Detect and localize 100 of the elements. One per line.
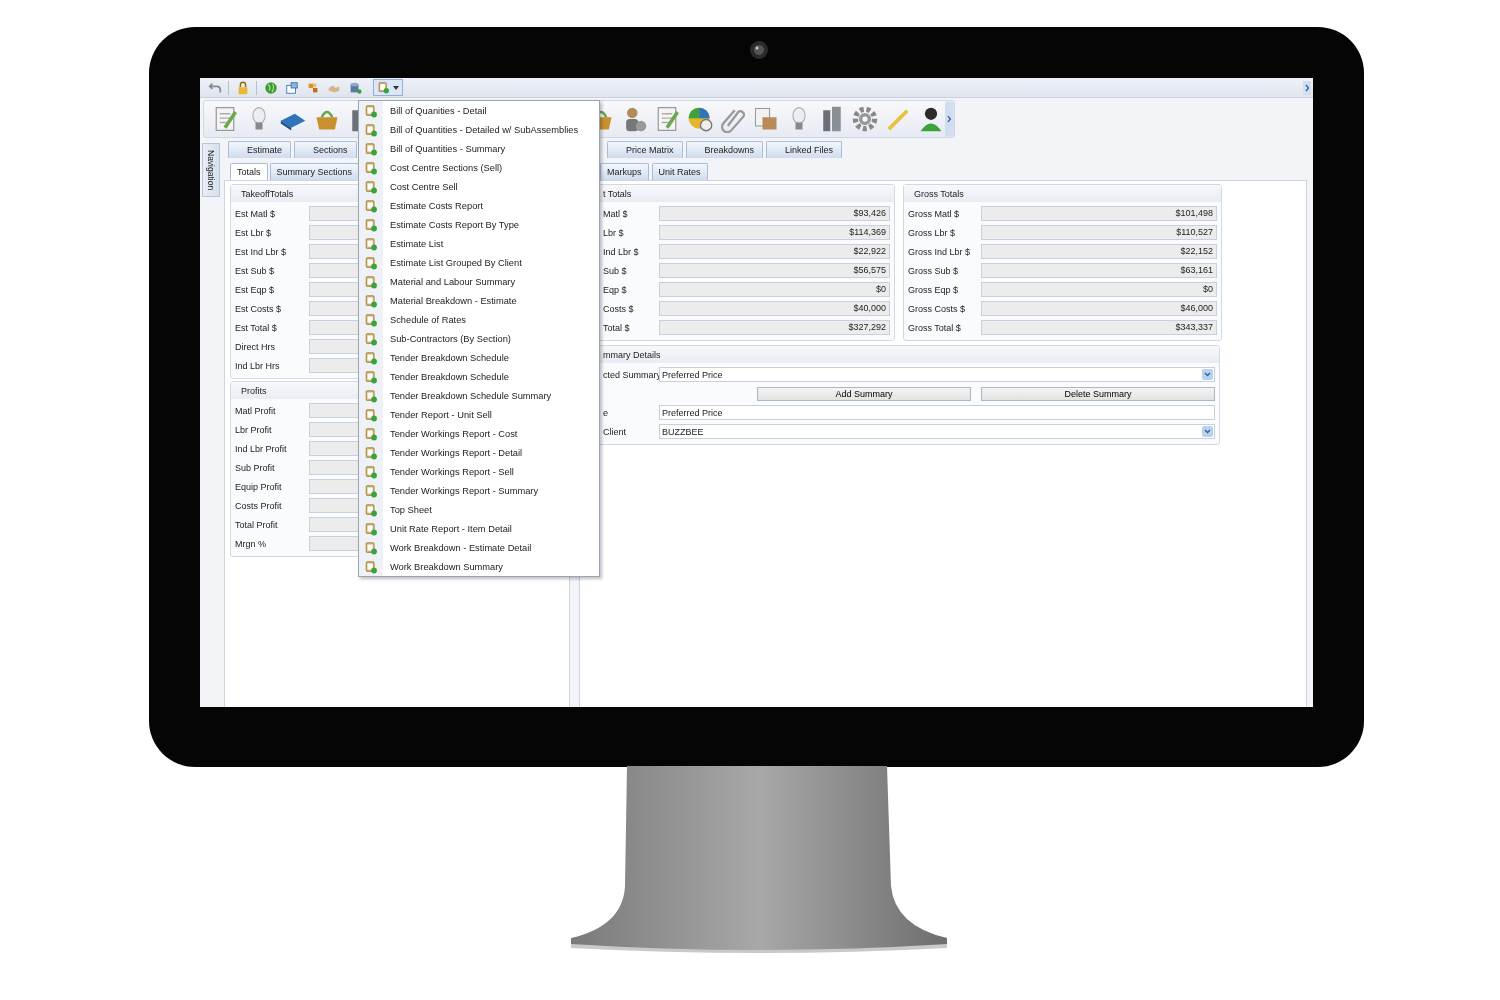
caret-icon bbox=[393, 85, 399, 90]
readonly-field: $343,337 bbox=[981, 320, 1217, 335]
readonly-field: $110,527 bbox=[981, 225, 1217, 240]
field-label: Equip Profit bbox=[235, 481, 283, 492]
globe-icon[interactable] bbox=[263, 80, 278, 95]
menu-item[interactable]: Tender Workings Report - Cost bbox=[359, 424, 599, 443]
field-label: e bbox=[603, 407, 609, 418]
menu-item[interactable]: Tender Breakdown Schedule bbox=[359, 348, 599, 367]
readonly-field: $114,369 bbox=[659, 225, 890, 240]
menu-item[interactable]: Bill of Quantities - Summary bbox=[359, 139, 599, 158]
menu-item[interactable]: Estimate List Grouped By Client bbox=[359, 253, 599, 272]
report-icon bbox=[364, 464, 378, 479]
group-title: Gross Totals bbox=[914, 188, 964, 199]
pie-chart-icon[interactable] bbox=[686, 105, 715, 133]
menu-item[interactable]: Schedule of Rates bbox=[359, 310, 599, 329]
menu-item[interactable]: Work Breakdown Summary bbox=[359, 557, 599, 576]
tab[interactable]: Estimate bbox=[228, 141, 291, 158]
menu-item[interactable]: Tender Workings Report - Sell bbox=[359, 462, 599, 481]
window-icon[interactable] bbox=[284, 80, 299, 95]
report-icon bbox=[364, 122, 378, 137]
field-label: Gross Eqp $ bbox=[908, 284, 960, 295]
readonly-field: $56,575 bbox=[659, 263, 890, 278]
report-icon bbox=[364, 179, 378, 194]
tab[interactable]: Summary Sections bbox=[269, 163, 360, 180]
menu-item[interactable]: Cost Centre Sell bbox=[359, 177, 599, 196]
report-icon bbox=[364, 388, 378, 403]
report-icon bbox=[364, 141, 378, 156]
field-label: Costs $ bbox=[603, 303, 635, 314]
tab[interactable]: Markups bbox=[600, 163, 649, 180]
summary-dropdown[interactable]: Preferred Price bbox=[659, 367, 1215, 382]
chevron-icon[interactable] bbox=[1303, 80, 1311, 95]
group-title: Profits bbox=[241, 385, 267, 396]
readonly-field: $46,000 bbox=[981, 301, 1217, 316]
menu-item[interactable]: Estimate List bbox=[359, 234, 599, 253]
menu-item[interactable]: Estimate Costs Report bbox=[359, 196, 599, 215]
readonly-field: $101,498 bbox=[981, 206, 1217, 221]
menu-item[interactable]: Tender Breakdown Schedule Summary bbox=[359, 386, 599, 405]
menu-item[interactable]: Bill of Quanities - Detail bbox=[359, 101, 599, 120]
readonly-field: $40,000 bbox=[659, 301, 890, 316]
field-label: Ind Lbr Profit bbox=[235, 443, 288, 454]
group-title: mmary Details bbox=[603, 349, 661, 360]
menu-item[interactable]: Tender Breakdown Schedule bbox=[359, 367, 599, 386]
report-icon bbox=[364, 426, 378, 441]
dropdown-icon bbox=[1202, 369, 1213, 380]
camera-icon bbox=[749, 40, 769, 60]
summary-button[interactable]: Delete Summary bbox=[981, 386, 1215, 401]
report-icon bbox=[364, 103, 378, 118]
field-label: Matl Profit bbox=[235, 405, 277, 416]
report-icon bbox=[364, 274, 378, 289]
menu-item[interactable]: Work Breakdown - Estimate Detail bbox=[359, 538, 599, 557]
tab[interactable]: Sections bbox=[294, 141, 357, 158]
menu-item[interactable]: Tender Report - Unit Sell bbox=[359, 405, 599, 424]
tab[interactable]: Totals bbox=[230, 163, 268, 180]
report-icon bbox=[364, 445, 378, 460]
field-label: Total $ bbox=[603, 322, 631, 333]
field-label: Eqp $ bbox=[603, 284, 628, 295]
tab[interactable]: Breakdowns bbox=[685, 141, 764, 158]
client-dropdown[interactable]: BUZZBEE bbox=[659, 424, 1215, 439]
readonly-field: $0 bbox=[659, 282, 890, 297]
menu-item[interactable]: Material Breakdown - Estimate bbox=[359, 291, 599, 310]
menu-item[interactable]: Material and Labour Summary bbox=[359, 272, 599, 291]
report-icon bbox=[364, 521, 378, 536]
field-label: Est Sub $ bbox=[235, 265, 276, 276]
field-label: Est Ind Lbr $ bbox=[235, 246, 288, 257]
tab[interactable]: Linked Files bbox=[766, 141, 843, 158]
field-label: Costs Profit bbox=[235, 500, 283, 511]
menu-item[interactable]: Top Sheet bbox=[359, 500, 599, 519]
menu-item[interactable]: Cost Centre Sections (Sell) bbox=[359, 158, 599, 177]
field-label: Mrgn % bbox=[235, 538, 267, 549]
field-label: Gross Costs $ bbox=[908, 303, 966, 314]
field-label: Client bbox=[603, 426, 627, 437]
report-icon bbox=[364, 255, 378, 270]
field-label: Gross Lbr $ bbox=[908, 227, 957, 238]
reports-dropdown-button[interactable] bbox=[373, 79, 403, 96]
menu-item[interactable]: Unit Rate Report - Item Detail bbox=[359, 519, 599, 538]
settings-icon[interactable] bbox=[851, 105, 880, 133]
field-label: Est Eqp $ bbox=[235, 284, 276, 295]
field-label: Est Total $ bbox=[235, 322, 278, 333]
report-icon bbox=[364, 407, 378, 422]
tab[interactable]: Unit Rates bbox=[651, 163, 708, 180]
field-label: Ind Lbr Hrs bbox=[235, 360, 281, 371]
report-icon bbox=[364, 236, 378, 251]
menu-item[interactable]: Sub-Contractors (By Section) bbox=[359, 329, 599, 348]
menu-item[interactable]: Estimate Costs Report By Type bbox=[359, 215, 599, 234]
navigation-tab[interactable]: Navigation bbox=[202, 143, 220, 197]
menu-item[interactable]: Bill of Quantities - Detailed w/ SubAssemblies bbox=[359, 120, 599, 139]
report-icon bbox=[364, 540, 378, 555]
field-label: Gross Matl $ bbox=[908, 208, 960, 219]
tab[interactable]: Price Matrix bbox=[607, 141, 683, 158]
report-icon bbox=[364, 502, 378, 517]
field-label: Sub $ bbox=[603, 265, 628, 276]
field-label: Est Lbr $ bbox=[235, 227, 273, 238]
menu-item[interactable]: Tender Workings Report - Summary bbox=[359, 481, 599, 500]
undo-icon[interactable] bbox=[207, 80, 222, 95]
text-field[interactable]: Preferred Price bbox=[659, 405, 1215, 420]
group-title: TakeoffTotals bbox=[241, 188, 294, 199]
menu-item[interactable]: Tender Workings Report - Detail bbox=[359, 443, 599, 462]
report-icon bbox=[364, 293, 378, 308]
summary-button[interactable]: Add Summary bbox=[757, 386, 971, 401]
field-label: Lbr Profit bbox=[235, 424, 273, 435]
